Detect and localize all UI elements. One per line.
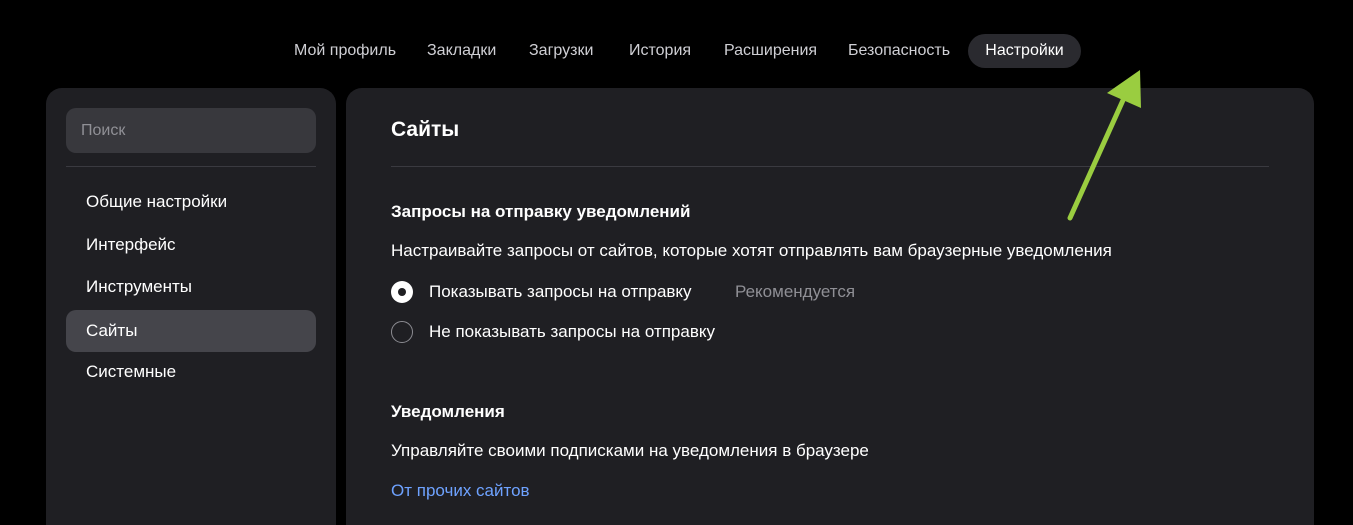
sidebar-item-tools[interactable]: Инструменты xyxy=(66,266,316,308)
settings-sidebar: Поиск Общие настройки Интерфейс Инструме… xyxy=(46,88,336,525)
section-description-notifications: Управляйте своими подписками на уведомле… xyxy=(391,441,869,460)
other-sites-link[interactable]: От прочих сайтов xyxy=(391,481,530,501)
page-title: Сайты xyxy=(391,118,460,141)
radio-unchecked-icon[interactable] xyxy=(391,321,413,343)
tab-history[interactable]: История xyxy=(629,34,691,68)
tab-my-profile[interactable]: Мой профиль xyxy=(294,34,396,68)
section-description-notification-requests: Настраивайте запросы от сайтов, которые … xyxy=(391,241,1112,260)
sidebar-item-general[interactable]: Общие настройки xyxy=(66,181,316,223)
sidebar-item-sites[interactable]: Сайты xyxy=(66,310,316,352)
tab-extensions[interactable]: Расширения xyxy=(724,34,817,68)
settings-panel: Сайты Запросы на отправку уведомлений На… xyxy=(346,88,1314,525)
sidebar-item-interface[interactable]: Интерфейс xyxy=(66,224,316,266)
radio-label: Не показывать запросы на отправку xyxy=(429,322,716,341)
radio-label: Показывать запросы на отправку xyxy=(429,282,692,301)
search-input[interactable]: Поиск xyxy=(66,108,316,153)
title-divider xyxy=(391,166,1269,167)
sidebar-divider xyxy=(66,166,316,167)
tab-security[interactable]: Безопасность xyxy=(848,34,950,68)
tab-downloads[interactable]: Загрузки xyxy=(529,34,593,68)
tab-settings[interactable]: Настройки xyxy=(968,34,1081,68)
section-title-notifications: Уведомления xyxy=(391,402,505,421)
radio-checked-icon[interactable] xyxy=(391,281,413,303)
tab-bookmarks[interactable]: Закладки xyxy=(427,34,496,68)
sidebar-item-system[interactable]: Системные xyxy=(66,351,316,393)
recommended-hint: Рекомендуется xyxy=(735,282,856,301)
settings-page: Мой профиль Закладки Загрузки История Ра… xyxy=(0,0,1353,525)
section-title-notification-requests: Запросы на отправку уведомлений xyxy=(391,202,691,221)
radio-hide-requests[interactable]: Не показывать запросы на отправку xyxy=(391,321,811,347)
radio-show-requests[interactable]: Показывать запросы на отправку Рекоменду… xyxy=(391,281,911,307)
top-navigation: Мой профиль Закладки Загрузки История Ра… xyxy=(0,34,1353,68)
